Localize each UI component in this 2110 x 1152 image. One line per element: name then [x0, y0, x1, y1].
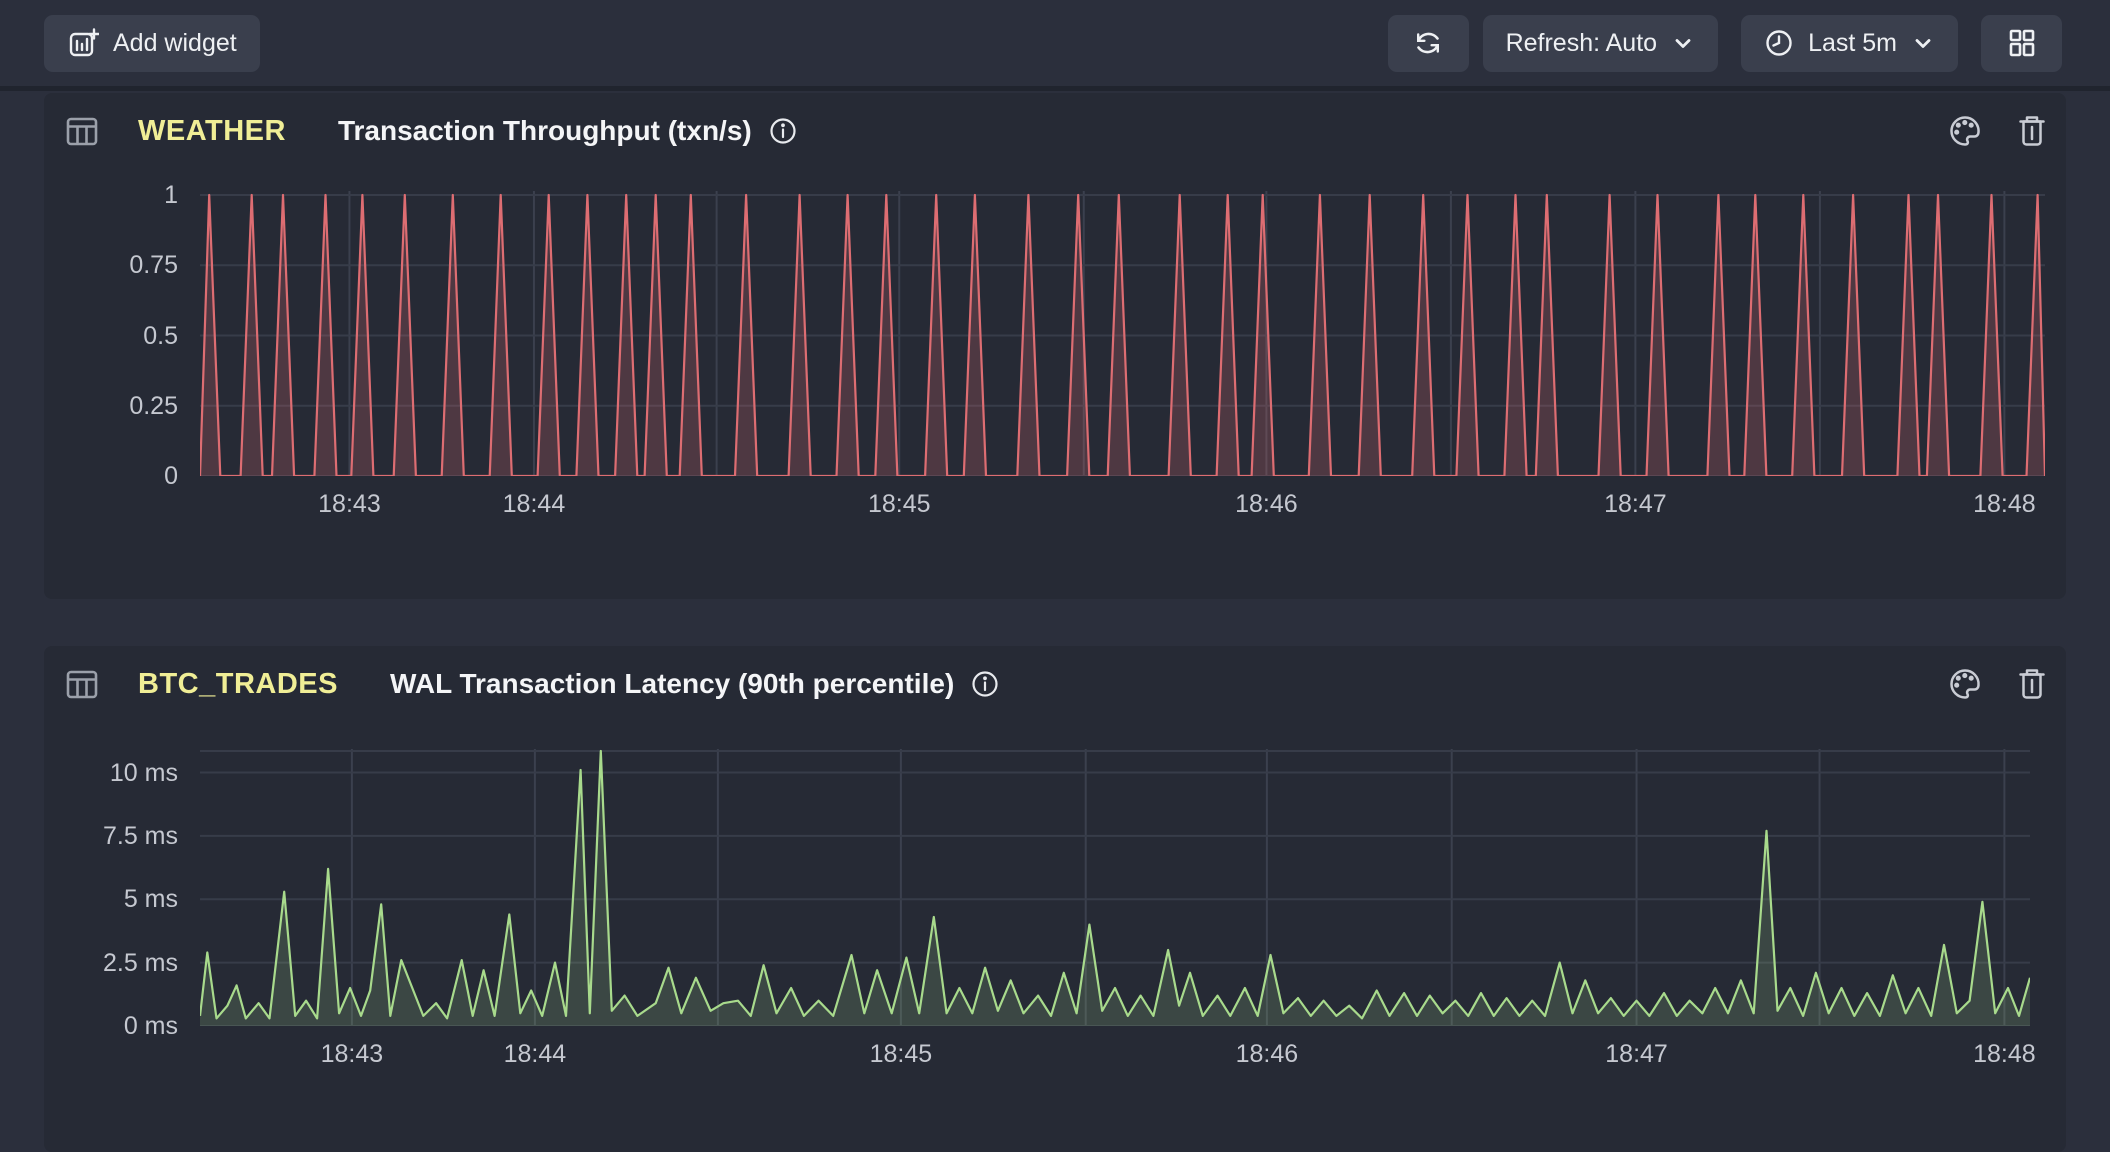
- refresh-mode-dropdown[interactable]: Refresh: Auto: [1483, 15, 1718, 72]
- add-widget-icon: [67, 27, 99, 59]
- clock-icon: [1764, 28, 1794, 58]
- y-axis-label: 0.5: [44, 322, 178, 350]
- refresh-mode-label: Refresh: Auto: [1506, 29, 1657, 58]
- y-axis-label: 7.5 ms: [44, 822, 178, 850]
- wal-latency-p90-line: [200, 751, 2030, 1018]
- x-axis-label: 18:44: [504, 1040, 567, 1068]
- refresh-icon: [1411, 26, 1445, 60]
- time-range-label: Last 5m: [1808, 29, 1897, 58]
- chevron-down-icon: [1671, 31, 1695, 55]
- info-icon[interactable]: [768, 116, 798, 146]
- chevron-down-icon: [1911, 31, 1935, 55]
- x-axis-label: 18:47: [1604, 490, 1667, 518]
- trash-icon[interactable]: [2014, 112, 2050, 150]
- info-icon[interactable]: [970, 669, 1000, 699]
- x-axis-label: 18:48: [1973, 1040, 2036, 1068]
- toolbar-right-group: Refresh: Auto Last 5m: [1374, 15, 2062, 72]
- wal-latency-p90-svg: [200, 749, 2030, 1026]
- y-axis-label: 0: [44, 462, 178, 490]
- table-name: BTC_TRADES: [138, 668, 338, 701]
- panel-header: BTC_TRADES WAL Transaction Latency (90th…: [62, 662, 2050, 706]
- x-axis-label: 18:44: [503, 490, 566, 518]
- y-axis-label: 10 ms: [44, 759, 178, 787]
- panel-title: WAL Transaction Latency (90th percentile…: [390, 668, 954, 700]
- y-axis-label: 1: [44, 181, 178, 209]
- palette-icon[interactable]: [1946, 112, 1984, 150]
- table-name: WEATHER: [138, 115, 286, 148]
- panel-wal-latency: BTC_TRADES WAL Transaction Latency (90th…: [44, 646, 2066, 1152]
- x-axis-label: 18:45: [868, 490, 931, 518]
- x-axis-label: 18:46: [1235, 490, 1298, 518]
- x-axis-label: 18:46: [1236, 1040, 1299, 1068]
- add-widget-label: Add widget: [113, 29, 237, 58]
- table-icon: [62, 664, 102, 704]
- x-axis-label: 18:48: [1973, 490, 2036, 518]
- time-range-dropdown[interactable]: Last 5m: [1741, 15, 1958, 72]
- x-axis-label: 18:43: [318, 490, 381, 518]
- y-axis-label: 5 ms: [44, 885, 178, 913]
- x-axis-label: 18:43: [321, 1040, 384, 1068]
- trash-icon[interactable]: [2014, 665, 2050, 703]
- layout-grid-button[interactable]: [1981, 15, 2062, 72]
- grid-icon: [2005, 26, 2039, 60]
- add-widget-button[interactable]: Add widget: [44, 15, 260, 72]
- panel-transaction-throughput: WEATHER Transaction Throughput (txn/s): [44, 93, 2066, 599]
- y-axis-label: 2.5 ms: [44, 949, 178, 977]
- palette-icon[interactable]: [1946, 665, 1984, 703]
- table-icon: [62, 111, 102, 151]
- x-axis-label: 18:47: [1605, 1040, 1668, 1068]
- x-axis-label: 18:45: [870, 1040, 933, 1068]
- panel-title: Transaction Throughput (txn/s): [338, 115, 752, 147]
- panel-header: WEATHER Transaction Throughput (txn/s): [62, 109, 2050, 153]
- y-axis-label: 0 ms: [44, 1012, 178, 1040]
- chart-wal-latency[interactable]: [200, 749, 2030, 1026]
- chart-transaction-throughput[interactable]: [200, 191, 2045, 476]
- y-axis-label: 0.25: [44, 392, 178, 420]
- refresh-button[interactable]: [1388, 15, 1469, 72]
- y-axis-label: 0.75: [44, 251, 178, 279]
- throughput-spikes-svg: [200, 191, 2045, 476]
- toolbar: Add widget Refresh: Auto: [0, 0, 2110, 91]
